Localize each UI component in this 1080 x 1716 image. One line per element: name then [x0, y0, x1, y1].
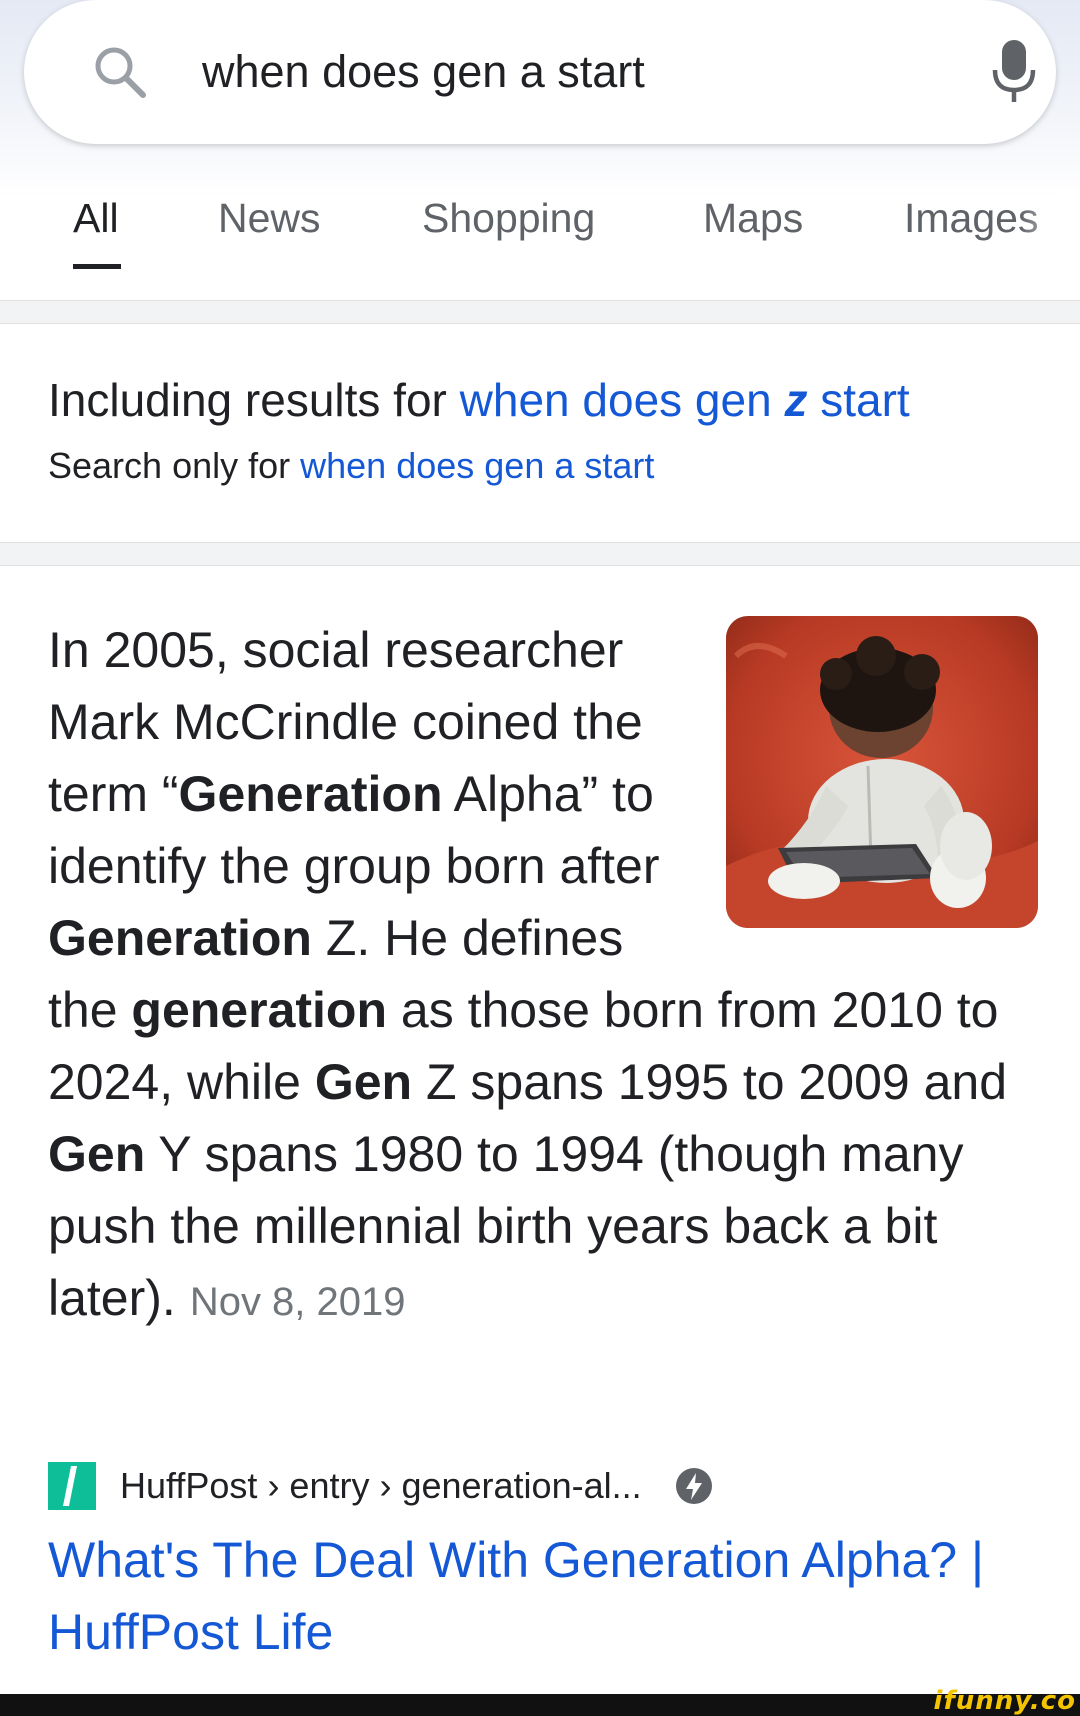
search-icon[interactable] [90, 42, 150, 102]
snippet-image[interactable] [726, 616, 1038, 928]
snippet-highlight: Generation [178, 766, 443, 822]
snippet-highlight: Generation [48, 910, 312, 966]
tab-shopping[interactable]: Shopping [422, 188, 595, 248]
search-tabs: All News Shopping Maps Images [0, 188, 1080, 298]
watermark-bar [0, 1694, 1080, 1716]
original-query-link[interactable]: when does gen a start [300, 445, 654, 486]
featured-snippet: In 2005, social researcher Mark McCrindl… [48, 614, 1038, 1338]
search-only-label: Search only for [48, 445, 291, 486]
corrected-query-start[interactable]: when does gen [460, 374, 772, 426]
tab-all[interactable]: All [73, 188, 119, 248]
tab-news[interactable]: News [218, 188, 321, 248]
ifunny-watermark: ifunny.co [933, 1686, 1076, 1716]
result-source[interactable]: HuffPost › entry › generation-al... [48, 1460, 1048, 1512]
tab-maps[interactable]: Maps [703, 188, 803, 248]
snippet-highlight: Gen [314, 1054, 413, 1110]
search-input[interactable]: when does gen a start [202, 40, 645, 104]
section-divider [0, 542, 1080, 566]
result-url-path[interactable]: › entry › generation-al... [267, 1465, 641, 1506]
corrected-query-link[interactable]: when does gen z start [460, 374, 910, 426]
snippet-text-part: Y spans 1980 to 1994 (though many push t… [48, 1126, 964, 1326]
snippet-highlight: Gen [48, 1126, 146, 1182]
including-results-label: Including results for [48, 374, 447, 426]
section-divider [0, 300, 1080, 324]
including-results-line: Including results for when does gen z st… [48, 368, 910, 432]
active-tab-indicator [73, 264, 121, 269]
snippet-highlight: generation [131, 982, 387, 1038]
search-only-line: Search only for when does gen a start [48, 440, 654, 492]
microphone-icon[interactable] [990, 38, 1038, 104]
tabs-fade-overlay [1020, 188, 1080, 258]
huffpost-favicon [48, 1462, 96, 1510]
tab-images[interactable]: Images [904, 188, 1038, 248]
result-breadcrumb[interactable]: HuffPost › entry › generation-al... [120, 1460, 642, 1512]
result-site-name[interactable]: HuffPost [120, 1465, 257, 1506]
corrected-query-letter[interactable]: z [784, 374, 807, 426]
corrected-query-end[interactable]: start [820, 374, 909, 426]
amp-lightning-icon [676, 1468, 712, 1504]
snippet-text-part: Z spans 1995 to 2009 and [412, 1054, 1008, 1110]
search-bar[interactable]: when does gen a start [24, 0, 1056, 144]
snippet-date: Nov 8, 2019 [189, 1280, 406, 1324]
result-title-link[interactable]: What's The Deal With Generation Alpha? |… [48, 1524, 1048, 1668]
baby-with-tablet-photo[interactable] [726, 616, 1038, 928]
